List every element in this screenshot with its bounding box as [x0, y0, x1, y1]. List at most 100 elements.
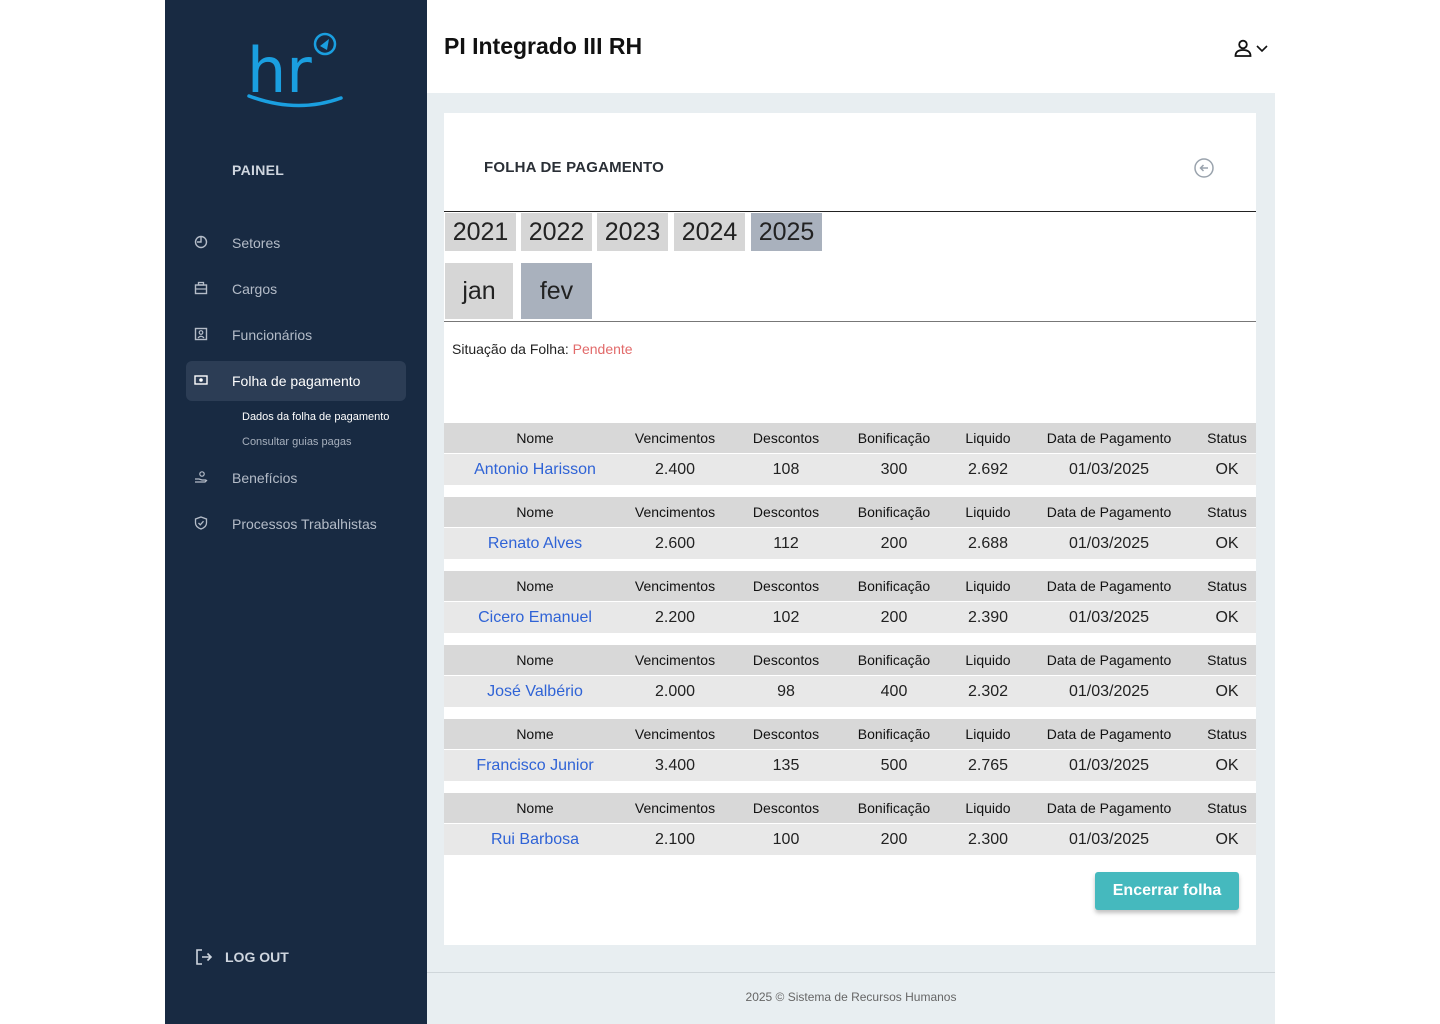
cell-status: OK: [1215, 461, 1239, 478]
employee-record: Nome Vencimentos Descontos Bonificação Liqui…: [444, 793, 1256, 855]
sidebar-item-setores[interactable]: Setores: [186, 223, 406, 263]
divider: [444, 321, 1256, 322]
employee-name-link[interactable]: Antonio Harisson: [474, 461, 596, 479]
column-header-vencimentos: Vencimentos: [634, 578, 716, 594]
year-tab-2023[interactable]: 2023: [597, 213, 668, 251]
year-tab-2025[interactable]: 2025: [751, 213, 822, 251]
cell-status: OK: [1215, 609, 1239, 626]
column-header-bonificacao: Bonificação: [857, 800, 931, 816]
sidebar-item-label: Folha de pagamento: [232, 373, 361, 389]
cell-data-pagamento: 01/03/2025: [1068, 535, 1150, 552]
employee-record: Nome Vencimentos Descontos Bonificação Liqui…: [444, 571, 1256, 633]
hr-logo: hr: [247, 30, 347, 112]
shield-check-icon: [194, 516, 208, 530]
sidebar-item-folha-de-pagamento[interactable]: Folha de pagamento: [186, 361, 406, 401]
cell-descontos: 112: [773, 535, 799, 552]
cell-liquido: 2.692: [967, 461, 1009, 478]
sidebar-item-funcionarios[interactable]: Funcionários: [186, 315, 406, 355]
user-menu[interactable]: [1233, 38, 1269, 58]
close-payroll-button[interactable]: Encerrar folha: [1095, 872, 1239, 910]
section-label-painel: PAINEL: [232, 162, 285, 178]
cell-data-pagamento: 01/03/2025: [1068, 461, 1150, 478]
cell-descontos: 108: [772, 461, 800, 478]
back-button[interactable]: [1193, 157, 1215, 184]
column-header-status: Status: [1207, 726, 1247, 742]
sidebar-item-cargos[interactable]: Cargos: [186, 269, 406, 309]
month-tab-jan[interactable]: jan: [445, 263, 513, 319]
cell-data-pagamento: 01/03/2025: [1068, 609, 1150, 626]
table-row: Rui Barbosa 2.100 100 200 2.300 01/03/2025 OK: [444, 824, 1256, 855]
employee-name-link[interactable]: Renato Alves: [488, 535, 582, 553]
cell-liquido: 2.390: [967, 609, 1009, 626]
cell-bonificacao: 400: [880, 683, 908, 700]
cell-data-pagamento: 01/03/2025: [1068, 831, 1150, 848]
cell-vencimentos: 2.400: [654, 461, 696, 478]
cell-vencimentos: 2.100: [654, 831, 696, 848]
column-header-bonificacao: Bonificação: [857, 726, 931, 742]
employee-name-link[interactable]: Francisco Junior: [476, 757, 593, 775]
sidebar-item-label: Setores: [232, 235, 281, 251]
sidebar-item-label: Cargos: [232, 281, 278, 297]
sidebar-item-label: Processos Trabalhistas: [232, 516, 377, 532]
pie-chart-icon: [194, 235, 208, 249]
cell-liquido: 2.300: [967, 831, 1009, 848]
table-row: Francisco Junior 3.400 135 500 2.765 01/03/20…: [444, 750, 1256, 781]
column-header-name: Nome: [516, 578, 554, 594]
column-header-data-pagamento: Data de Pagamento: [1046, 652, 1172, 668]
logout-button[interactable]: LOG OUT: [195, 948, 289, 966]
divider: [427, 972, 1275, 973]
table-header-row: Nome Vencimentos Descontos Bonificação Liqui…: [444, 571, 1256, 601]
cell-vencimentos: 2.000: [654, 683, 696, 700]
status-label: Situação da Folha:: [452, 341, 569, 357]
table-row: Cicero Emanuel 2.200 102 200 2.390 01/03/2025…: [444, 602, 1256, 633]
column-header-vencimentos: Vencimentos: [634, 430, 716, 446]
arrow-left-circle-icon: [1194, 158, 1214, 178]
employee-name-link[interactable]: Cicero Emanuel: [478, 609, 592, 627]
column-header-vencimentos: Vencimentos: [634, 800, 716, 816]
employee-record: Nome Vencimentos Descontos Bonificação Liqui…: [444, 645, 1256, 707]
column-header-liquido: Liquido: [965, 504, 1011, 520]
employee-name-link[interactable]: José Valbério: [487, 683, 583, 701]
cell-bonificacao: 300: [880, 461, 908, 478]
cell-vencimentos: 2.200: [654, 609, 696, 626]
column-header-data-pagamento: Data de Pagamento: [1046, 578, 1172, 594]
table-header-row: Nome Vencimentos Descontos Bonificação Liqui…: [444, 719, 1256, 749]
column-header-vencimentos: Vencimentos: [634, 726, 716, 742]
footer-text: 2025 © Sistema de Recursos Humanos: [745, 990, 957, 1004]
column-header-bonificacao: Bonificação: [857, 430, 931, 446]
column-header-descontos: Descontos: [752, 652, 820, 668]
hand-coins-icon: [194, 470, 208, 484]
sidebar-item-processos-trabalhistas[interactable]: Processos Trabalhistas: [186, 504, 406, 544]
subitem-dados-da-folha[interactable]: Dados da folha de pagamento: [242, 411, 389, 423]
cell-status: OK: [1215, 831, 1239, 848]
sidebar-item-beneficios[interactable]: Benefícios: [186, 458, 406, 498]
sidebar: hr PAINEL Setores Cargos Funcionários Fo…: [165, 0, 427, 1024]
column-header-data-pagamento: Data de Pagamento: [1046, 504, 1172, 520]
cell-vencimentos: 2.600: [654, 535, 696, 552]
column-header-status: Status: [1207, 430, 1247, 446]
column-header-liquido: Liquido: [965, 578, 1011, 594]
main-content: PI Integrado III RH FOLHA DE PAGAMENTO 2…: [427, 0, 1275, 1024]
table-row: Renato Alves 2.600 112 200 2.688 01/03/2025 OK: [444, 528, 1256, 559]
column-header-status: Status: [1207, 652, 1247, 668]
table-header-row: Nome Vencimentos Descontos Bonificação Liqui…: [444, 645, 1256, 675]
employee-record: Nome Vencimentos Descontos Bonificação Liqui…: [444, 719, 1256, 781]
column-header-vencimentos: Vencimentos: [634, 504, 716, 520]
cell-liquido: 2.765: [967, 757, 1009, 774]
month-tab-fev[interactable]: fev: [521, 263, 592, 319]
cell-data-pagamento: 01/03/2025: [1068, 757, 1150, 774]
column-header-descontos: Descontos: [752, 430, 820, 446]
cell-status: OK: [1215, 535, 1239, 552]
subitem-consultar-guias[interactable]: Consultar guias pagas: [242, 436, 351, 448]
employee-record: Nome Vencimentos Descontos Bonificação Liqui…: [444, 497, 1256, 559]
cell-data-pagamento: 01/03/2025: [1068, 683, 1150, 700]
year-tab-2022[interactable]: 2022: [521, 213, 592, 251]
cell-descontos: 135: [772, 757, 800, 774]
year-tab-2021[interactable]: 2021: [445, 213, 516, 251]
sidebar-item-label: Benefícios: [232, 470, 298, 486]
status-badge: Pendente: [572, 341, 633, 357]
divider: [444, 211, 1256, 212]
year-tab-2024[interactable]: 2024: [674, 213, 745, 251]
employee-name-link[interactable]: Rui Barbosa: [491, 831, 579, 849]
cell-bonificacao: 200: [880, 535, 908, 552]
